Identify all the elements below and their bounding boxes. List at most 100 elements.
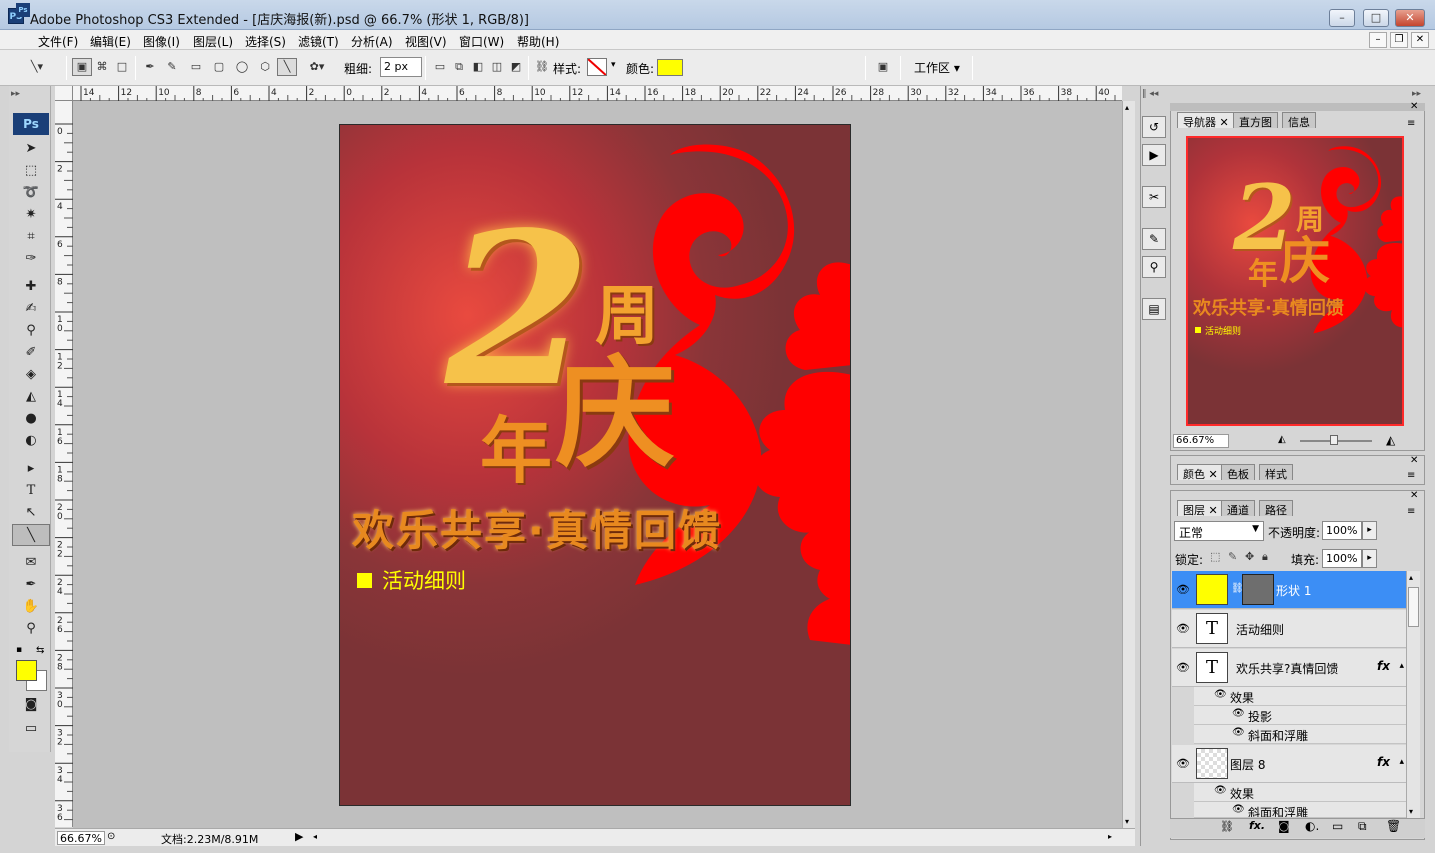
- healing-brush-icon[interactable]: ✚: [12, 276, 50, 298]
- menu-help[interactable]: 帮助(H): [517, 33, 559, 50]
- visibility-eye-icon[interactable]: 👁︎: [1176, 661, 1190, 674]
- fill-input[interactable]: 100%: [1322, 549, 1362, 568]
- blend-mode-select[interactable]: 正常 ▼: [1174, 521, 1264, 541]
- line-icon[interactable]: ╲: [277, 58, 297, 76]
- eyedropper-tool-icon[interactable]: ✒: [12, 574, 50, 596]
- paint-bucket-icon[interactable]: ◭: [12, 386, 50, 408]
- eraser-tool-icon[interactable]: ◈: [12, 364, 50, 386]
- menu-image[interactable]: 图像(I): [143, 33, 180, 50]
- ps-logo[interactable]: Ps: [13, 113, 49, 135]
- magic-wand-tool-icon[interactable]: ✷: [12, 204, 50, 226]
- exclude-shape-icon[interactable]: ◩: [506, 58, 526, 76]
- navigator-menu-icon[interactable]: ≡: [1407, 118, 1415, 129]
- workspace-menu[interactable]: 工作区 ▾: [914, 59, 960, 76]
- navigator-zoom-field[interactable]: 66.67%: [1173, 434, 1229, 448]
- line-tool-preset-icon[interactable]: ╲▾: [24, 58, 50, 76]
- style-dropdown-icon[interactable]: ▾: [611, 60, 616, 70]
- blur-tool-icon[interactable]: ●: [12, 408, 50, 430]
- maximize-button[interactable]: □: [1363, 9, 1389, 27]
- menu-select[interactable]: 选择(S): [245, 33, 286, 50]
- effects-eye-icon[interactable]: 👁︎: [1214, 689, 1227, 700]
- layers-panel-close-icon[interactable]: ✕: [1410, 490, 1418, 501]
- fill-slider-icon[interactable]: ▸: [1362, 549, 1377, 568]
- pen-icon[interactable]: ✒: [140, 58, 160, 76]
- create-new-shape-icon[interactable]: ▭: [430, 58, 450, 76]
- tab-layers[interactable]: 图层 ✕: [1177, 500, 1224, 517]
- expand-effects-icon[interactable]: ▴: [1399, 757, 1404, 767]
- add-shape-icon[interactable]: ⧉: [449, 58, 469, 76]
- add-mask-icon[interactable]: ◙: [1278, 819, 1290, 833]
- adjustment-layer-icon[interactable]: ◐.: [1305, 819, 1319, 833]
- delete-layer-icon[interactable]: 🗑︎: [1386, 819, 1401, 833]
- brushes-panel-icon[interactable]: ✎: [1142, 228, 1166, 250]
- default-colors-icon[interactable]: ▪: [16, 645, 22, 655]
- lock-pixels-icon[interactable]: ✎: [1228, 550, 1237, 563]
- effects-row-2[interactable]: 👁︎ 效果: [1194, 783, 1406, 802]
- visibility-eye-icon[interactable]: 👁︎: [1176, 622, 1190, 635]
- color-panel-menu-icon[interactable]: ≡: [1407, 470, 1415, 481]
- layers-scroll-down-icon[interactable]: ▾: [1409, 807, 1413, 816]
- slice-tool-icon[interactable]: ✑: [12, 248, 50, 270]
- shape-layers-icon[interactable]: ▣: [72, 58, 92, 76]
- weight-input[interactable]: 2 px: [380, 57, 422, 77]
- canvas-vertical-scrollbar[interactable]: ▴ ▾: [1122, 101, 1135, 828]
- layer-row-layer8[interactable]: 👁︎ 图层 8 fx ▴: [1172, 745, 1406, 783]
- menu-filter[interactable]: 滤镜(T): [298, 33, 339, 50]
- dock-collapse-icon[interactable]: ‖ ◂◂: [1142, 89, 1158, 99]
- subtract-shape-icon[interactable]: ◧: [468, 58, 488, 76]
- history-panel-icon[interactable]: ↺: [1142, 116, 1166, 138]
- minimize-button[interactable]: –: [1329, 9, 1355, 27]
- opacity-slider-icon[interactable]: ▸: [1362, 521, 1377, 540]
- tab-info[interactable]: 信息: [1282, 112, 1316, 129]
- clone-source-icon[interactable]: ⚲: [1142, 256, 1166, 278]
- effect-row-drop-shadow[interactable]: 👁︎ 投影: [1194, 706, 1406, 725]
- effect-row-bevel-2[interactable]: 👁︎ 斜面和浮雕: [1194, 802, 1406, 818]
- scroll-up-icon[interactable]: ▴: [1125, 103, 1129, 112]
- fx-icon[interactable]: fx: [1377, 659, 1390, 673]
- layers-scroll-thumb[interactable]: [1408, 587, 1419, 627]
- zoom-slider-thumb[interactable]: [1330, 435, 1338, 445]
- intersect-shape-icon[interactable]: ◫: [487, 58, 507, 76]
- marquee-tool-icon[interactable]: ⬚: [12, 160, 50, 182]
- doc-minimize-button[interactable]: –: [1369, 32, 1387, 48]
- tab-channels[interactable]: 通道: [1221, 500, 1255, 517]
- menu-window[interactable]: 窗口(W): [459, 33, 504, 50]
- history-brush-icon[interactable]: ✐: [12, 342, 50, 364]
- new-group-icon[interactable]: ▭: [1332, 819, 1343, 833]
- scroll-down-icon[interactable]: ▾: [1125, 817, 1129, 826]
- effects-eye-icon[interactable]: 👁︎: [1214, 785, 1227, 796]
- layer-row-shape1[interactable]: 👁︎ ⛓ 形状 1: [1172, 571, 1406, 609]
- ellipse-icon[interactable]: ◯: [232, 58, 252, 76]
- fx-icon[interactable]: fx: [1377, 755, 1390, 769]
- layer-row-slogan[interactable]: 👁︎ T 欢乐共享?真情回馈 fx ▴: [1172, 649, 1406, 687]
- zoom-field[interactable]: 66.67%: [57, 831, 105, 845]
- path-selection-icon[interactable]: ▸: [12, 458, 50, 480]
- layers-scroll-up-icon[interactable]: ▴: [1409, 573, 1413, 582]
- dock-expand-icon[interactable]: ▸▸: [1412, 89, 1421, 99]
- lock-position-icon[interactable]: ✥: [1245, 550, 1254, 563]
- rounded-rectangle-icon[interactable]: ▢: [209, 58, 229, 76]
- direct-selection-icon[interactable]: ↖: [12, 502, 50, 524]
- rectangle-icon[interactable]: ▭: [186, 58, 206, 76]
- document-icon[interactable]: Ps: [16, 3, 30, 17]
- color-panel-close-icon[interactable]: ✕: [1410, 455, 1418, 466]
- effect-eye-icon[interactable]: 👁︎: [1232, 727, 1245, 738]
- menu-file[interactable]: 文件(F): [38, 33, 78, 50]
- collapse-toolbar-icon[interactable]: ▸▸: [11, 89, 20, 99]
- screen-mode-icon[interactable]: ▭: [12, 718, 50, 740]
- color-swatch[interactable]: [657, 59, 683, 76]
- lasso-tool-icon[interactable]: ➰: [12, 182, 50, 204]
- clone-stamp-icon[interactable]: ⚲: [12, 320, 50, 342]
- ruler-origin[interactable]: [55, 86, 73, 101]
- type-tool-icon[interactable]: T: [12, 480, 50, 502]
- tab-color[interactable]: 颜色 ✕: [1177, 464, 1224, 481]
- zoom-tool-icon[interactable]: ⚲: [12, 618, 50, 640]
- fill-pixels-icon[interactable]: □: [112, 58, 132, 76]
- visibility-eye-icon[interactable]: 👁︎: [1176, 583, 1190, 596]
- navigator-preview[interactable]: 2 周 年 庆 欢乐共享·真情回馈 活动细则: [1186, 136, 1404, 426]
- zoom-in-icon[interactable]: ◭: [1386, 433, 1395, 447]
- style-swatch[interactable]: [587, 58, 607, 76]
- link-layers-icon[interactable]: ⛓: [1220, 820, 1234, 833]
- lock-all-icon[interactable]: 🔒︎: [1262, 550, 1268, 564]
- status-menu-arrow-icon[interactable]: ▶: [295, 830, 303, 843]
